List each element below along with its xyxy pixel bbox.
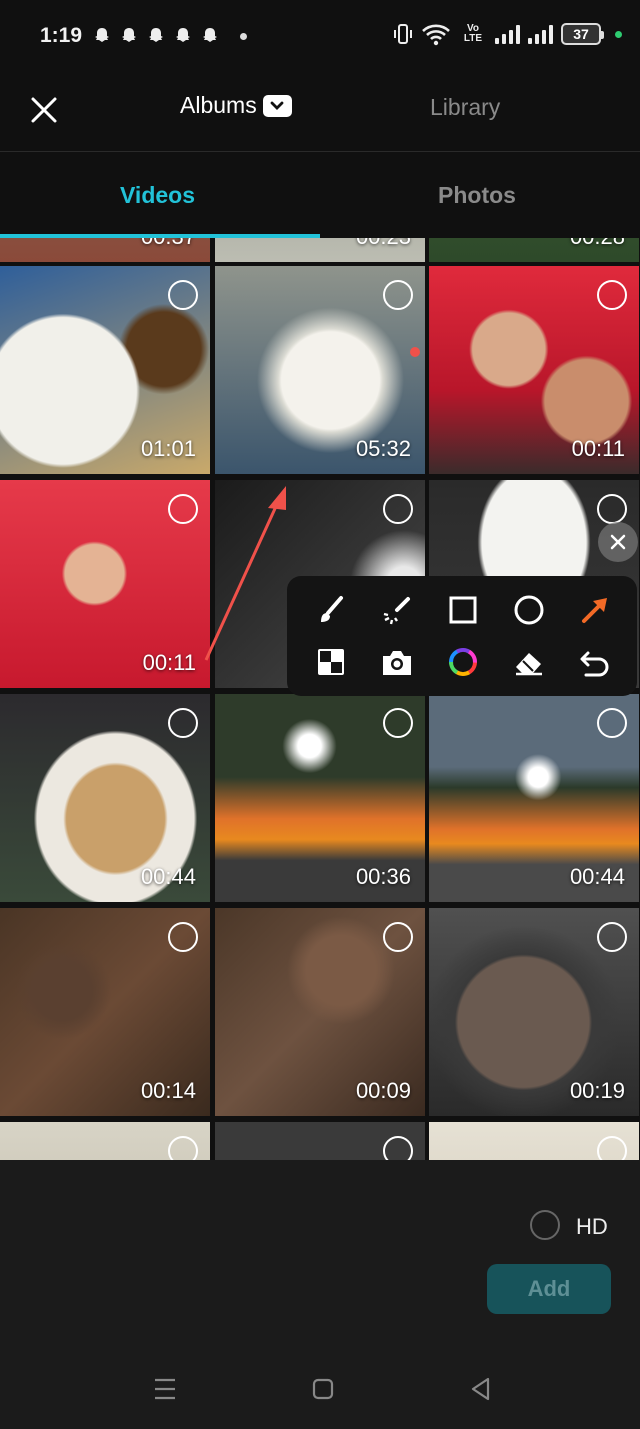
select-circle[interactable] — [597, 922, 627, 952]
duration-label: 00:19 — [569, 1078, 625, 1103]
media-tile[interactable]: 00:23 — [215, 238, 425, 262]
media-tile[interactable]: 00:19 — [429, 908, 639, 1116]
more-notifications-dot — [240, 33, 247, 40]
system-nav-bar — [0, 1360, 640, 1420]
header: Albums Library — [0, 72, 640, 152]
status-icons: Vo LTE 37 — [393, 22, 622, 46]
albums-dropdown[interactable]: Albums — [180, 92, 292, 119]
rectangle-icon[interactable] — [445, 592, 481, 628]
media-tile[interactable]: 00:44 — [0, 694, 210, 902]
undo-icon[interactable] — [577, 644, 613, 680]
duration-label: 00:09 — [355, 1078, 411, 1103]
camera-icon[interactable] — [379, 644, 415, 680]
media-tile[interactable]: 00:28 — [429, 238, 639, 262]
eraser-icon[interactable] — [511, 644, 547, 680]
duration-label: 00:23 — [356, 238, 411, 250]
vibrate-icon — [394, 24, 412, 44]
notification-icons — [92, 26, 220, 46]
duration-label: 00:44 — [569, 864, 625, 889]
signal-icon — [495, 24, 520, 44]
select-circle[interactable] — [383, 1136, 413, 1160]
brush-icon[interactable] — [313, 592, 349, 628]
media-tile[interactable]: 00:37 — [0, 238, 210, 262]
volte-label: Vo LTE — [463, 23, 483, 44]
media-tile[interactable] — [0, 1122, 210, 1160]
select-circle[interactable] — [597, 280, 627, 310]
close-icon — [610, 534, 626, 550]
bottom-panel: HD Add — [0, 1160, 640, 1429]
hd-toggle[interactable] — [530, 1210, 560, 1240]
snapchat-icon — [95, 28, 109, 42]
select-circle[interactable] — [383, 494, 413, 524]
snapchat-icon — [203, 28, 217, 42]
duration-label: 00:11 — [142, 650, 196, 675]
close-icon[interactable] — [28, 94, 60, 126]
select-circle[interactable] — [383, 280, 413, 310]
partial-row: 00:37 00:23 00:28 — [0, 238, 640, 262]
recent-apps-icon[interactable] — [152, 1376, 178, 1402]
media-tile[interactable]: 05:32 — [215, 266, 425, 474]
select-circle[interactable] — [597, 1136, 627, 1160]
select-circle[interactable] — [168, 1136, 198, 1160]
select-circle[interactable] — [597, 494, 627, 524]
media-tile[interactable] — [215, 1122, 425, 1160]
albums-label: Albums — [180, 92, 257, 118]
color-wheel-icon[interactable] — [445, 644, 481, 680]
duration-label: 00:44 — [140, 864, 196, 889]
snapchat-icon — [149, 28, 163, 42]
media-tile[interactable]: 00:11 — [0, 480, 210, 688]
tab-photos[interactable]: Photos — [438, 182, 516, 209]
media-tile[interactable] — [429, 1122, 639, 1160]
battery-level: 37 — [573, 26, 589, 42]
media-tile[interactable]: 00:44 — [429, 694, 639, 902]
duration-label: 00:14 — [140, 1078, 196, 1103]
media-tile[interactable]: 00:09 — [215, 908, 425, 1116]
select-circle[interactable] — [168, 280, 198, 310]
select-circle[interactable] — [168, 708, 198, 738]
tab-videos[interactable]: Videos — [120, 182, 195, 209]
select-circle[interactable] — [168, 494, 198, 524]
circle-icon[interactable] — [511, 592, 547, 628]
chevron-down-icon — [262, 94, 292, 117]
duration-label: 00:28 — [570, 238, 625, 250]
add-button[interactable]: Add — [487, 1264, 611, 1314]
select-circle[interactable] — [168, 922, 198, 952]
status-time: 1:19 — [40, 24, 83, 47]
arrow-icon[interactable] — [577, 592, 613, 628]
close-toolbar-button[interactable] — [598, 522, 638, 562]
battery-icon: 37 — [561, 23, 604, 45]
media-tile[interactable]: 00:11 — [429, 266, 639, 474]
home-icon[interactable] — [310, 1376, 336, 1402]
back-icon[interactable] — [468, 1376, 494, 1402]
hd-label: HD — [576, 1214, 608, 1239]
duration-label: 01:01 — [140, 436, 196, 461]
media-grid: 00:37 00:23 00:28 01:01 05:32 00:11 00:1… — [0, 238, 640, 1160]
library-tab[interactable]: Library — [430, 94, 500, 121]
select-circle[interactable] — [383, 922, 413, 952]
wifi-icon — [422, 24, 450, 46]
media-tile[interactable]: 00:36 — [215, 694, 425, 902]
select-circle[interactable] — [597, 708, 627, 738]
media-type-tabs: Videos Photos — [0, 152, 640, 238]
snapchat-icon — [122, 28, 136, 42]
privacy-indicator — [615, 30, 622, 38]
signal-icon — [528, 24, 553, 44]
magic-brush-icon[interactable] — [379, 592, 415, 628]
duration-label: 00:11 — [571, 436, 625, 461]
select-circle[interactable] — [383, 708, 413, 738]
duration-label: 00:37 — [141, 238, 196, 250]
duration-label: 05:32 — [355, 436, 411, 461]
duration-label: 00:36 — [355, 864, 411, 889]
mosaic-icon[interactable] — [313, 644, 349, 680]
status-bar: 1:19 Vo LTE 37 — [0, 0, 640, 72]
snapchat-icon — [176, 28, 190, 42]
drawing-toolbar — [287, 576, 637, 696]
media-tile[interactable]: 00:14 — [0, 908, 210, 1116]
media-tile[interactable]: 01:01 — [0, 266, 210, 474]
